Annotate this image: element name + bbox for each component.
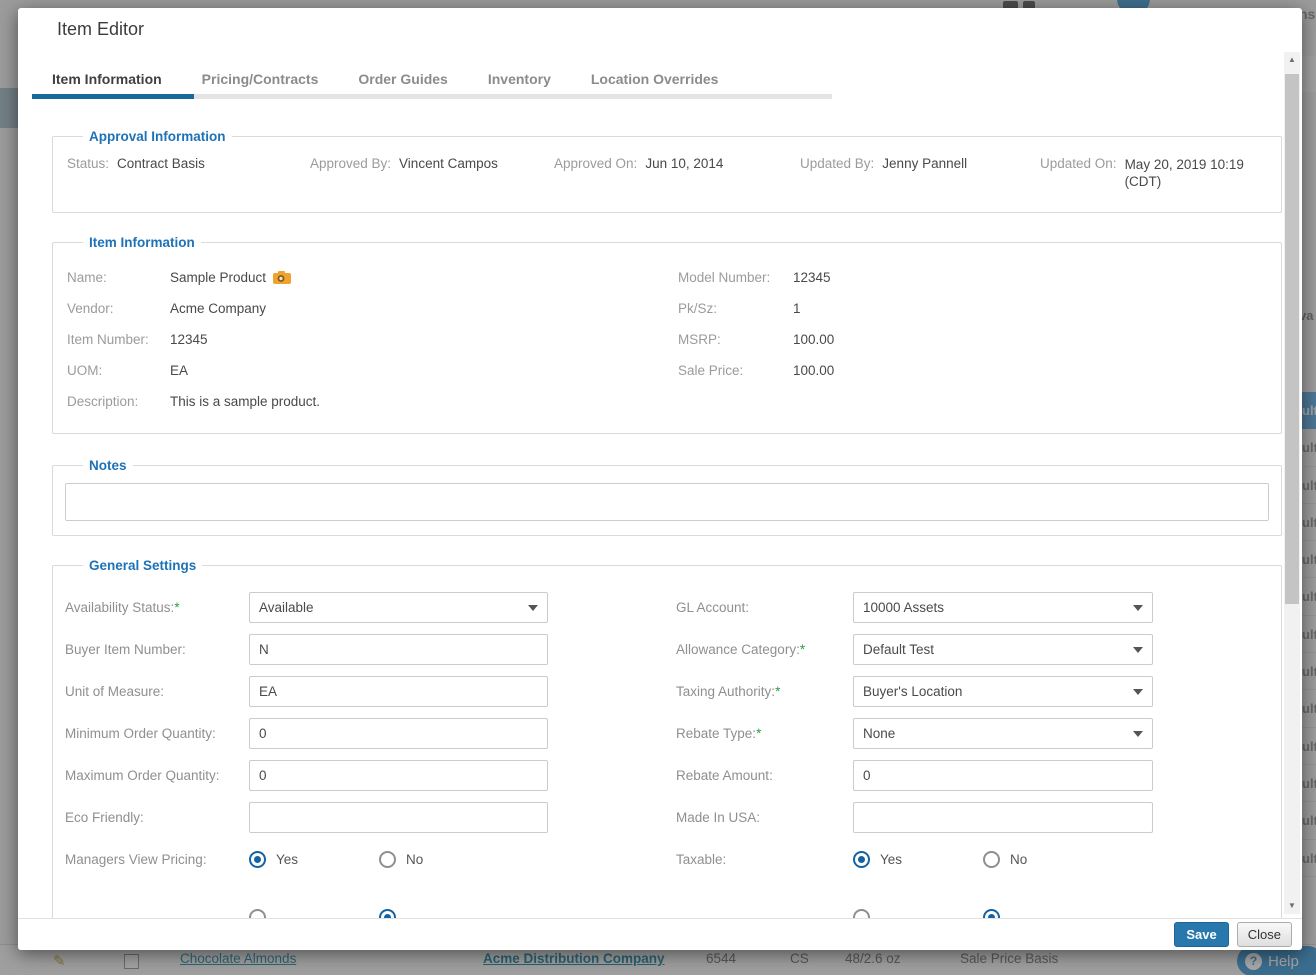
approval-information-legend: Approval Information bbox=[83, 129, 232, 144]
gl-account-label: GL Account: bbox=[676, 600, 853, 615]
approved-by-label: Approved By: bbox=[310, 156, 391, 171]
pk-sz-label: Pk/Sz: bbox=[678, 293, 793, 324]
approved-on-label: Approved On: bbox=[554, 156, 637, 171]
tab-bar: Item InformationPricing/ContractsOrder G… bbox=[32, 64, 832, 99]
item-information-section: Item Information Name:Sample Product Ven… bbox=[52, 235, 1282, 434]
general-settings-legend: General Settings bbox=[83, 558, 202, 573]
active-tab-indicator bbox=[32, 94, 194, 99]
rebate-amount-input[interactable] bbox=[853, 760, 1153, 791]
tab-order-guides[interactable]: Order Guides bbox=[338, 64, 467, 94]
scroll-down-arrow-icon[interactable]: ▼ bbox=[1284, 898, 1300, 914]
sale-price-value: 100.00 bbox=[793, 355, 834, 386]
eco-friendly-label: Eco Friendly: bbox=[65, 810, 249, 825]
general-settings-section: General Settings Availability Status:*Av… bbox=[52, 558, 1282, 918]
tab-inventory[interactable]: Inventory bbox=[468, 64, 571, 94]
dialog-scrollbar[interactable]: ▲ ▼ bbox=[1284, 52, 1300, 914]
msrp-value: 100.00 bbox=[793, 324, 834, 355]
rebate-type-select[interactable]: None bbox=[853, 718, 1153, 749]
dialog-footer: Save Close bbox=[18, 918, 1302, 950]
updated-on-value: May 20, 2019 10:19 (CDT) bbox=[1125, 156, 1265, 190]
updated-by-label: Updated By: bbox=[800, 156, 874, 171]
name-label: Name: bbox=[67, 262, 170, 293]
taxing-authority-label: Taxing Authority:* bbox=[676, 684, 853, 699]
clipped-radio-unselected[interactable] bbox=[853, 909, 870, 919]
uom-label: UOM: bbox=[67, 355, 170, 386]
rebate-amount-label: Rebate Amount: bbox=[676, 768, 853, 783]
sale-price-label: Sale Price: bbox=[678, 355, 793, 386]
dialog-body: Approval Information Status: Contract Bas… bbox=[52, 103, 1282, 918]
name-value: Sample Product bbox=[170, 262, 291, 293]
vendor-value: Acme Company bbox=[170, 293, 266, 324]
notes-section: Notes bbox=[52, 458, 1282, 536]
unit-of-measure-label: Unit of Measure: bbox=[65, 684, 249, 699]
taxable-label: Taxable: bbox=[676, 852, 853, 867]
notes-legend: Notes bbox=[83, 458, 133, 473]
no-option-label: No bbox=[406, 852, 509, 867]
approval-fields-row: Status: Contract Basis Approved By: Vincen… bbox=[65, 144, 1269, 198]
general-settings-right-column: GL Account:10000 Assets Allowance Catego… bbox=[676, 591, 1269, 918]
item-info-left-column: Name:Sample Product Vendor:Acme Company … bbox=[67, 262, 678, 417]
description-value: This is a sample product. bbox=[170, 386, 320, 417]
status-label: Status: bbox=[67, 156, 109, 171]
updated-by-value: Jenny Pannell bbox=[882, 156, 967, 171]
tab-pricing-contracts[interactable]: Pricing/Contracts bbox=[182, 64, 339, 94]
yes-option-label: Yes bbox=[276, 852, 379, 867]
taxable-no-radio[interactable] bbox=[983, 851, 1000, 868]
description-label: Description: bbox=[67, 386, 170, 417]
minimum-order-quantity-input[interactable] bbox=[249, 718, 548, 749]
item-editor-dialog: Item Editor Item InformationPricing/Cont… bbox=[18, 8, 1302, 950]
dialog-title: Item Editor bbox=[57, 19, 144, 40]
maximum-order-quantity-label: Maximum Order Quantity: bbox=[65, 768, 249, 783]
made-in-usa-input[interactable] bbox=[853, 802, 1153, 833]
status-value: Contract Basis bbox=[117, 156, 205, 171]
clipped-radio-selected[interactable] bbox=[379, 909, 396, 919]
general-settings-left-column: Availability Status:*Available Buyer Ite… bbox=[65, 591, 676, 918]
item-information-legend: Item Information bbox=[83, 235, 201, 250]
minimum-order-quantity-label: Minimum Order Quantity: bbox=[65, 726, 249, 741]
buyer-item-number-input[interactable] bbox=[249, 634, 548, 665]
allowance-category-select[interactable]: Default Test bbox=[853, 634, 1153, 665]
managers-view-pricing-no-radio[interactable] bbox=[379, 851, 396, 868]
photo-camera-icon[interactable] bbox=[273, 271, 291, 284]
msrp-label: MSRP: bbox=[678, 324, 793, 355]
save-button[interactable]: Save bbox=[1174, 922, 1228, 947]
tab-item-information[interactable]: Item Information bbox=[32, 64, 182, 94]
allowance-category-label: Allowance Category:* bbox=[676, 642, 853, 657]
updated-on-label: Updated On: bbox=[1040, 156, 1117, 171]
eco-friendly-input[interactable] bbox=[249, 802, 548, 833]
buyer-item-number-label: Buyer Item Number: bbox=[65, 642, 249, 657]
availability-status-select[interactable]: Available bbox=[249, 592, 548, 623]
pk-sz-value: 1 bbox=[793, 293, 801, 324]
close-button[interactable]: Close bbox=[1237, 922, 1292, 947]
item-number-label: Item Number: bbox=[67, 324, 170, 355]
maximum-order-quantity-input[interactable] bbox=[249, 760, 548, 791]
model-number-value: 12345 bbox=[793, 262, 831, 293]
scroll-up-arrow-icon[interactable]: ▲ bbox=[1284, 52, 1300, 68]
model-number-label: Model Number: bbox=[678, 262, 793, 293]
taxable-yes-radio[interactable] bbox=[853, 851, 870, 868]
clipped-radio-unselected[interactable] bbox=[249, 909, 266, 919]
tab-location-overrides[interactable]: Location Overrides bbox=[571, 64, 739, 94]
notes-textarea[interactable] bbox=[65, 483, 1269, 521]
uom-value: EA bbox=[170, 355, 188, 386]
availability-status-label: Availability Status:* bbox=[65, 600, 249, 615]
unit-of-measure-input[interactable] bbox=[249, 676, 548, 707]
made-in-usa-label: Made In USA: bbox=[676, 810, 853, 825]
gl-account-select[interactable]: 10000 Assets bbox=[853, 592, 1153, 623]
rebate-type-label: Rebate Type:* bbox=[676, 726, 853, 741]
item-info-right-column: Model Number:12345 Pk/Sz:1 MSRP:100.00 S… bbox=[678, 262, 1267, 417]
approved-on-value: Jun 10, 2014 bbox=[645, 156, 723, 171]
approval-information-section: Approval Information Status: Contract Bas… bbox=[52, 129, 1282, 213]
managers-view-pricing-yes-radio[interactable] bbox=[249, 851, 266, 868]
scrollbar-thumb[interactable] bbox=[1285, 74, 1299, 604]
taxing-authority-select[interactable]: Buyer's Location bbox=[853, 676, 1153, 707]
item-number-value: 12345 bbox=[170, 324, 208, 355]
yes-option-label: Yes bbox=[880, 852, 983, 867]
vendor-label: Vendor: bbox=[67, 293, 170, 324]
no-option-label: No bbox=[1010, 852, 1113, 867]
clipped-radio-selected[interactable] bbox=[983, 909, 1000, 919]
managers-view-pricing-label: Managers View Pricing: bbox=[65, 852, 249, 867]
approved-by-value: Vincent Campos bbox=[399, 156, 498, 171]
